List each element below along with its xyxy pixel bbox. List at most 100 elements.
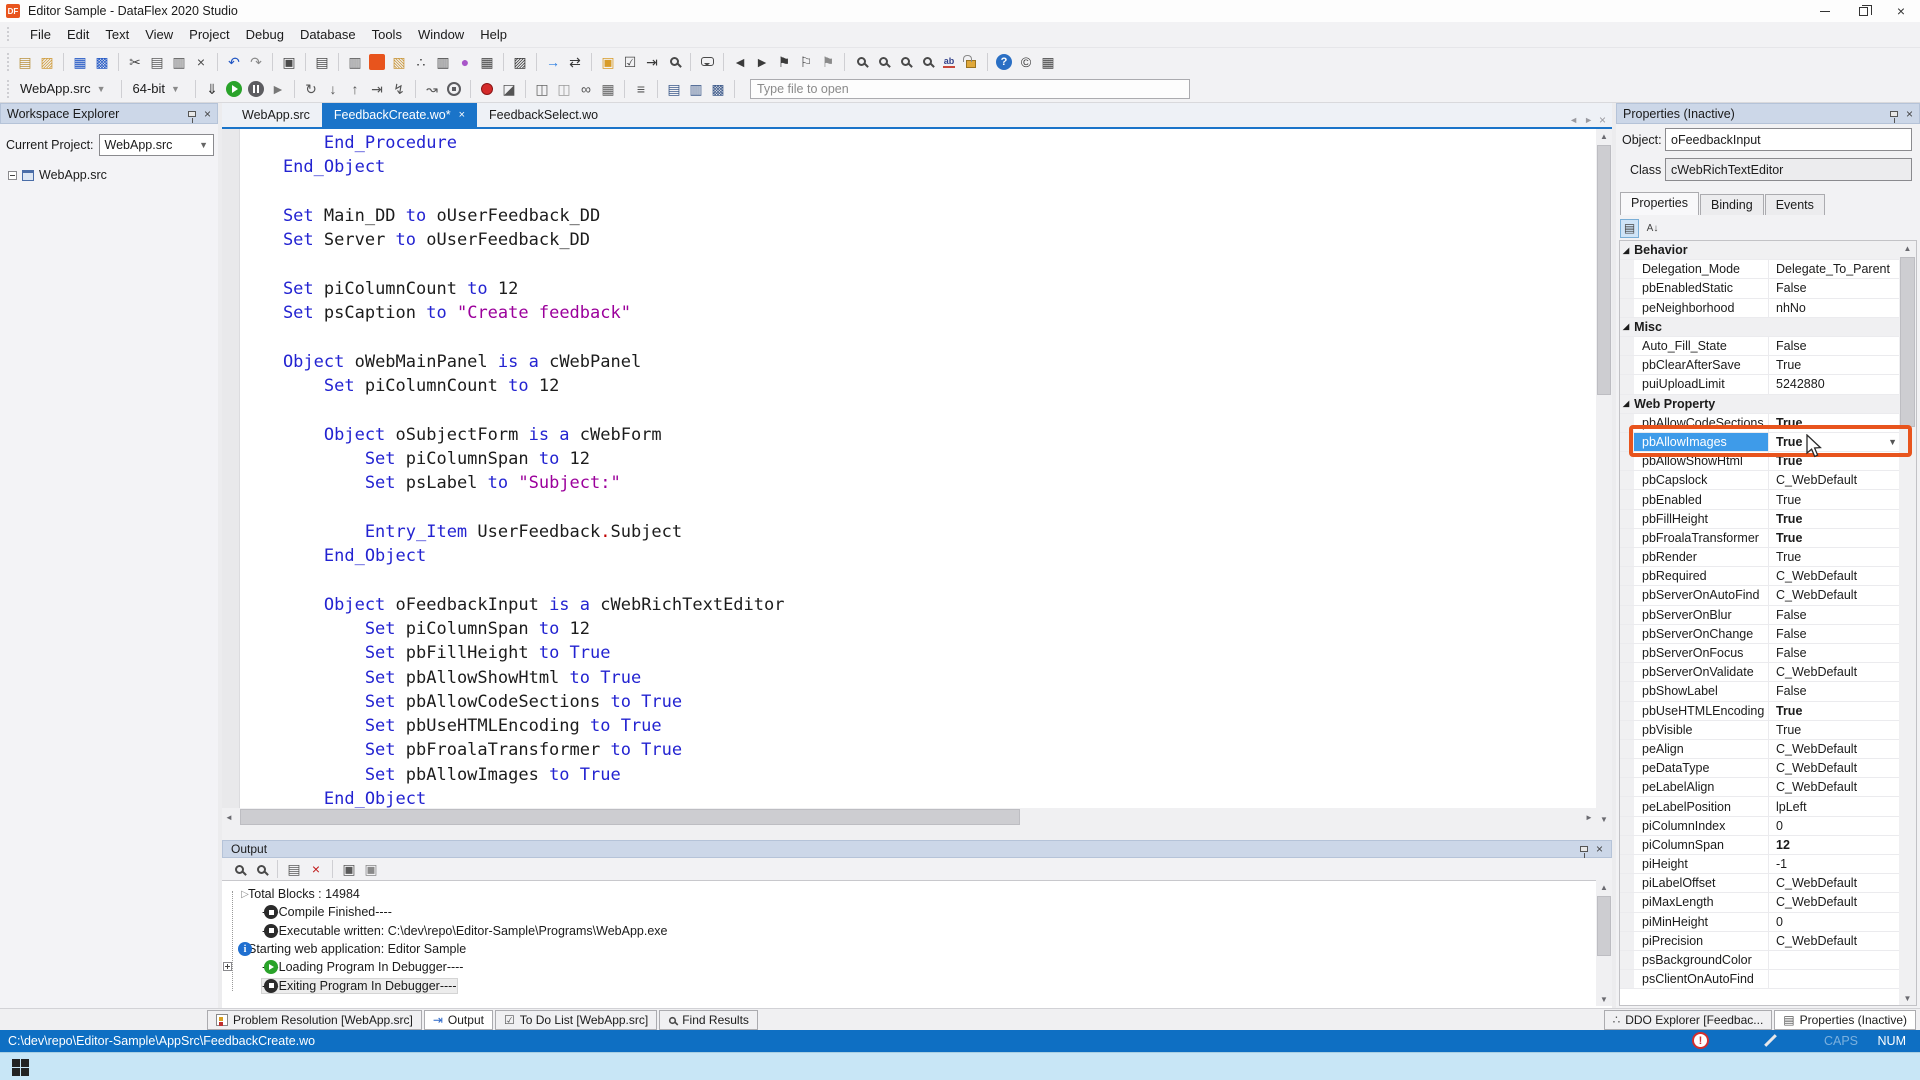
cut-icon[interactable]: ✂ xyxy=(125,52,145,72)
property-row[interactable]: peLabelPositionlpLeft xyxy=(1620,797,1900,816)
output-line[interactable]: ----Executable written: C:\dev\repo\Edit… xyxy=(222,922,1596,940)
delete-icon[interactable]: × xyxy=(191,52,211,72)
property-value[interactable] xyxy=(1768,951,1900,969)
property-value[interactable]: True xyxy=(1768,356,1900,374)
property-value[interactable]: C_WebDefault xyxy=(1768,740,1900,758)
property-value[interactable]: 12 xyxy=(1768,836,1900,854)
sort-alphabetical-icon[interactable]: A↓ xyxy=(1643,219,1662,238)
editor-vertical-scrollbar[interactable]: ▲ ▼ xyxy=(1596,129,1612,826)
output-line[interactable]: ----Compile Finished---- xyxy=(222,903,1596,921)
property-value[interactable]: 0 xyxy=(1768,913,1900,931)
next-bookmark-icon[interactable]: ► xyxy=(752,52,772,72)
close-icon[interactable]: × xyxy=(1596,843,1603,855)
run-without-debug-icon[interactable]: ► xyxy=(268,79,288,99)
tab-feedbackcreate-wo[interactable]: FeedbackCreate.wo*× xyxy=(322,103,477,127)
undo-icon[interactable]: ↶ xyxy=(224,52,244,72)
close-icon[interactable]: × xyxy=(459,109,465,121)
property-row[interactable]: pbUseHTMLEncodingTrue xyxy=(1620,702,1900,721)
find-previous-icon[interactable] xyxy=(873,52,893,72)
color-palette-icon[interactable]: ● xyxy=(455,52,475,72)
restore-button[interactable] xyxy=(1844,0,1882,22)
windows-start-button[interactable] xyxy=(12,1059,29,1076)
property-value[interactable]: C_WebDefault xyxy=(1768,932,1900,950)
property-value[interactable]: nhNo xyxy=(1768,299,1900,317)
sync-icon[interactable]: ⇄ xyxy=(565,52,585,72)
call-stack-icon[interactable]: ▦ xyxy=(598,79,618,99)
pin-icon[interactable] xyxy=(1580,846,1588,852)
property-category[interactable]: ◢Behavior xyxy=(1620,241,1900,260)
menu-tools[interactable]: Tools xyxy=(364,24,410,45)
find-in-files-icon[interactable] xyxy=(917,52,937,72)
tab-scroll-left-icon[interactable]: ◄ xyxy=(1569,115,1578,125)
tab-problem-resolution-webapp-src[interactable]: Problem Resolution [WebApp.src] xyxy=(207,1010,422,1030)
output-vertical-scrollbar[interactable]: ▲ ▼ xyxy=(1596,880,1612,1006)
property-value[interactable]: False xyxy=(1768,625,1900,643)
disable-bookmarks-icon[interactable]: ⚑ xyxy=(818,52,838,72)
tab-ddo-explorer-feedbac[interactable]: ∴DDO Explorer [Feedbac... xyxy=(1604,1010,1773,1030)
close-icon[interactable]: × xyxy=(1906,108,1913,120)
copy-all-icon[interactable]: ▣ xyxy=(339,859,359,879)
property-row[interactable]: pbFillHeightTrue xyxy=(1620,510,1900,529)
property-row[interactable]: pbVisibleTrue xyxy=(1620,721,1900,740)
property-value[interactable]: 0 xyxy=(1768,817,1900,835)
close-button[interactable]: × xyxy=(1882,0,1920,22)
copy-visible-icon[interactable]: ▣ xyxy=(361,859,381,879)
property-row[interactable]: peLabelAlignC_WebDefault xyxy=(1620,778,1900,797)
continue-icon[interactable]: ↝ xyxy=(422,79,442,99)
find-icon[interactable] xyxy=(851,52,871,72)
property-row[interactable]: piMinHeight0 xyxy=(1620,913,1900,932)
tab-close-icon[interactable]: × xyxy=(1599,113,1606,127)
property-value[interactable]: True xyxy=(1768,529,1900,547)
property-row[interactable]: piPrecisionC_WebDefault xyxy=(1620,932,1900,951)
toggle-breakpoint-icon[interactable] xyxy=(477,79,497,99)
tab-scroll-right-icon[interactable]: ► xyxy=(1584,115,1593,125)
property-row[interactable]: peDataTypeC_WebDefault xyxy=(1620,759,1900,778)
property-value[interactable]: C_WebDefault xyxy=(1768,874,1900,892)
output-line[interactable]: ▷Total Blocks : 14984 xyxy=(222,885,1596,903)
output-line[interactable]: ----Exiting Program In Debugger---- xyxy=(222,976,1596,994)
property-row[interactable]: piColumnSpan12 xyxy=(1620,836,1900,855)
property-row[interactable]: pbServerOnChangeFalse xyxy=(1620,625,1900,644)
property-value[interactable]: lpLeft xyxy=(1768,797,1900,815)
property-row[interactable]: pbServerOnValidateC_WebDefault xyxy=(1620,663,1900,682)
save-all-icon[interactable]: ▩ xyxy=(92,52,112,72)
property-row[interactable]: piMaxLengthC_WebDefault xyxy=(1620,893,1900,912)
menu-file[interactable]: File xyxy=(22,24,59,45)
menu-text[interactable]: Text xyxy=(97,24,137,45)
output-list-icon[interactable]: ≡ xyxy=(631,79,651,99)
property-value[interactable]: C_WebDefault xyxy=(1768,471,1900,489)
property-row[interactable]: peAlignC_WebDefault xyxy=(1620,740,1900,759)
menu-window[interactable]: Window xyxy=(410,24,472,45)
run-to-cursor-icon[interactable]: ⇥ xyxy=(367,79,387,99)
property-row[interactable]: Auto_Fill_StateFalse xyxy=(1620,337,1900,356)
menu-project[interactable]: Project xyxy=(181,24,237,45)
stop-debug-icon[interactable] xyxy=(444,79,464,99)
step-into-icon[interactable]: ↓ xyxy=(323,79,343,99)
expander-icon[interactable] xyxy=(223,962,232,971)
property-row[interactable]: piColumnIndex0 xyxy=(1620,817,1900,836)
property-category[interactable]: ◢Web Property xyxy=(1620,395,1900,414)
help-icon[interactable]: ? xyxy=(994,52,1014,72)
tab-webapp-src[interactable]: WebApp.src xyxy=(230,103,322,127)
tab-properties-inactive[interactable]: ▤Properties (Inactive) xyxy=(1774,1010,1916,1030)
find-prev-icon[interactable] xyxy=(229,859,249,879)
output-line[interactable]: iStarting web application: Editor Sample xyxy=(222,940,1596,958)
goto-definition-icon[interactable]: → xyxy=(543,52,563,72)
find-next-icon[interactable] xyxy=(895,52,915,72)
property-panels-icon[interactable]: ▥ xyxy=(433,52,453,72)
property-value[interactable]: Delegate_To_Parent xyxy=(1768,260,1900,278)
copy-icon[interactable]: ▤ xyxy=(147,52,167,72)
clear-bookmarks-icon[interactable]: ⚐ xyxy=(796,52,816,72)
table-explorer-icon[interactable]: ▥ xyxy=(686,79,706,99)
property-row[interactable]: pbClearAfterSaveTrue xyxy=(1620,356,1900,375)
prev-bookmark-icon[interactable]: ◄ xyxy=(730,52,750,72)
save-icon[interactable]: ▦ xyxy=(70,52,90,72)
redo-icon[interactable]: ↷ xyxy=(246,52,266,72)
print-icon[interactable]: ▤ xyxy=(312,52,332,72)
menu-debug[interactable]: Debug xyxy=(238,24,292,45)
property-value[interactable]: True xyxy=(1768,490,1900,508)
property-value[interactable]: False xyxy=(1768,682,1900,700)
paste-icon[interactable]: ▥ xyxy=(169,52,189,72)
new-file-icon[interactable]: ▤ xyxy=(15,52,35,72)
menu-help[interactable]: Help xyxy=(472,24,515,45)
